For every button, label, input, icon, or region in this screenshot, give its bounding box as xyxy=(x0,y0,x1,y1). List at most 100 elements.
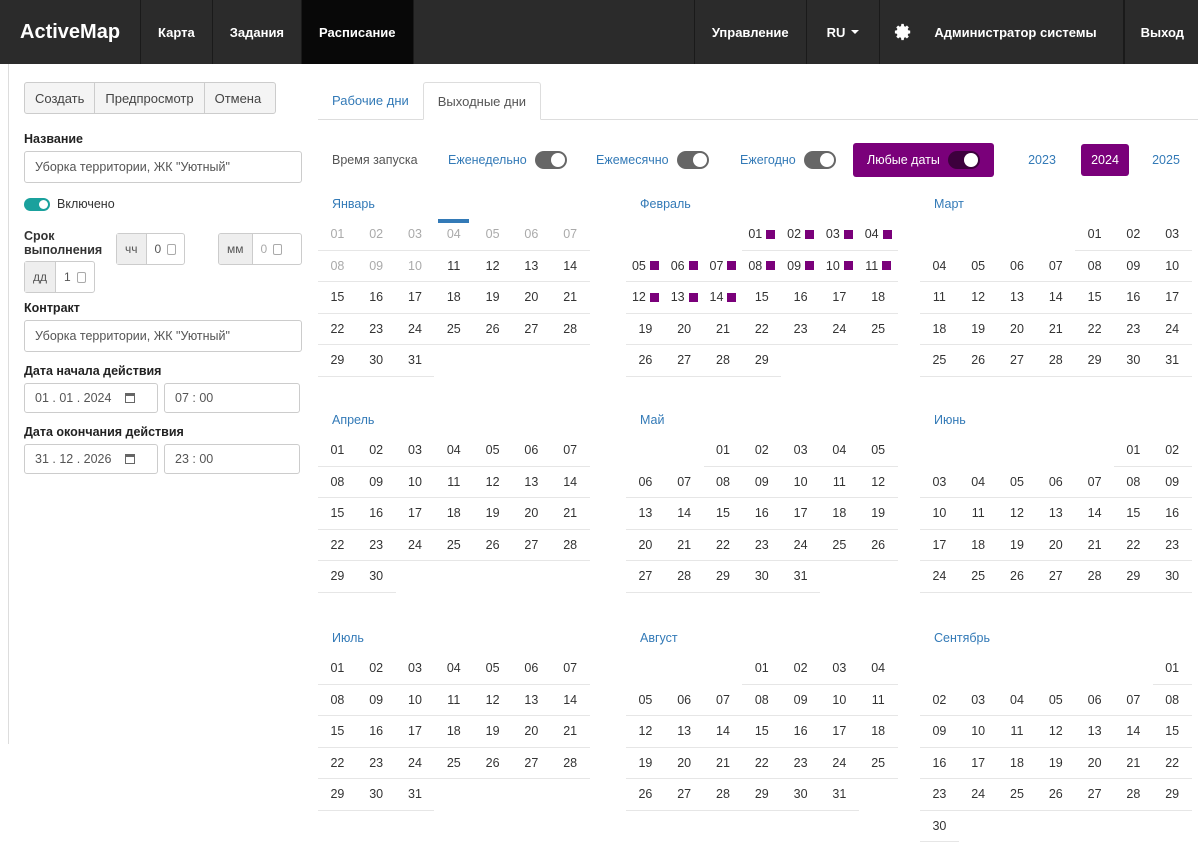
end-time-input[interactable]: 23 : 00 xyxy=(164,444,300,474)
nav-item-schedule[interactable]: Расписание xyxy=(302,0,414,64)
day-cell[interactable]: 13 xyxy=(512,685,551,717)
day-cell[interactable]: 24 xyxy=(396,530,435,562)
day-cell[interactable]: 01 xyxy=(318,435,357,467)
day-cell[interactable]: 14 xyxy=(551,467,590,499)
day-cell[interactable]: 26 xyxy=(1036,779,1075,811)
day-cell[interactable]: 24 xyxy=(396,748,435,780)
day-cell[interactable]: 01 xyxy=(1075,219,1114,251)
day-cell[interactable]: 21 xyxy=(551,282,590,314)
day-cell[interactable]: 06 xyxy=(626,467,665,499)
day-cell[interactable]: 16 xyxy=(357,498,396,530)
stepper-icon[interactable] xyxy=(273,244,282,255)
day-cell[interactable]: 10 xyxy=(396,685,435,717)
day-cell[interactable]: 10 xyxy=(396,467,435,499)
day-cell[interactable]: 09 xyxy=(781,685,820,717)
day-cell[interactable]: 25 xyxy=(434,314,473,346)
day-cell[interactable]: 18 xyxy=(998,748,1037,780)
stepper-icon[interactable] xyxy=(77,272,86,283)
day-cell[interactable]: 10 xyxy=(920,498,959,530)
day-cell[interactable]: 20 xyxy=(1036,530,1075,562)
day-cell[interactable]: 11 xyxy=(920,282,959,314)
day-cell[interactable]: 09 xyxy=(781,251,820,283)
day-cell[interactable]: 19 xyxy=(473,498,512,530)
day-cell[interactable]: 29 xyxy=(1153,779,1192,811)
tab-weekends[interactable]: Выходные дни xyxy=(423,82,541,120)
day-cell[interactable]: 07 xyxy=(704,685,743,717)
day-cell[interactable]: 04 xyxy=(434,219,473,251)
day-cell[interactable]: 16 xyxy=(357,716,396,748)
end-date-input[interactable]: 31 . 12 . 2026 xyxy=(24,444,158,474)
day-cell[interactable]: 18 xyxy=(434,498,473,530)
day-cell[interactable]: 09 xyxy=(357,685,396,717)
day-cell[interactable]: 10 xyxy=(396,251,435,283)
day-cell[interactable]: 30 xyxy=(1114,345,1153,377)
day-cell[interactable]: 21 xyxy=(1036,314,1075,346)
day-cell[interactable]: 06 xyxy=(665,251,704,283)
contract-input[interactable]: Уборка территории, ЖК "Уютный" xyxy=(24,320,302,352)
day-cell[interactable]: 18 xyxy=(859,282,898,314)
day-cell[interactable]: 25 xyxy=(434,530,473,562)
day-cell[interactable]: 20 xyxy=(998,314,1037,346)
day-cell[interactable]: 29 xyxy=(742,779,781,811)
day-cell[interactable]: 14 xyxy=(551,251,590,283)
day-cell[interactable]: 21 xyxy=(1075,530,1114,562)
day-cell[interactable]: 02 xyxy=(357,219,396,251)
day-cell[interactable]: 03 xyxy=(396,219,435,251)
day-cell[interactable]: 30 xyxy=(357,561,396,593)
day-cell[interactable]: 04 xyxy=(859,653,898,685)
day-cell[interactable]: 08 xyxy=(1075,251,1114,283)
day-cell[interactable]: 14 xyxy=(1114,716,1153,748)
day-cell[interactable]: 18 xyxy=(959,530,998,562)
day-cell[interactable]: 29 xyxy=(704,561,743,593)
day-cell[interactable]: 04 xyxy=(434,653,473,685)
day-cell[interactable]: 23 xyxy=(920,779,959,811)
day-cell[interactable]: 13 xyxy=(1036,498,1075,530)
day-cell[interactable]: 30 xyxy=(920,811,959,842)
day-cell[interactable]: 28 xyxy=(551,314,590,346)
day-cell[interactable]: 22 xyxy=(742,748,781,780)
day-cell[interactable]: 30 xyxy=(742,561,781,593)
day-cell[interactable]: 17 xyxy=(820,716,859,748)
day-cell[interactable]: 02 xyxy=(1153,435,1192,467)
day-cell[interactable]: 13 xyxy=(512,251,551,283)
day-cell[interactable]: 22 xyxy=(1153,748,1192,780)
day-cell[interactable]: 23 xyxy=(1114,314,1153,346)
day-cell[interactable]: 19 xyxy=(473,282,512,314)
day-cell[interactable]: 01 xyxy=(318,653,357,685)
day-cell[interactable]: 24 xyxy=(959,779,998,811)
day-cell[interactable]: 30 xyxy=(357,345,396,377)
day-cell[interactable]: 13 xyxy=(512,467,551,499)
day-cell[interactable]: 29 xyxy=(1114,561,1153,593)
day-cell[interactable]: 04 xyxy=(859,219,898,251)
day-cell[interactable]: 12 xyxy=(473,251,512,283)
day-cell[interactable]: 03 xyxy=(920,467,959,499)
day-cell[interactable]: 08 xyxy=(318,685,357,717)
day-cell[interactable]: 19 xyxy=(626,314,665,346)
day-cell[interactable]: 09 xyxy=(1153,467,1192,499)
day-cell[interactable]: 19 xyxy=(859,498,898,530)
day-cell[interactable]: 04 xyxy=(959,467,998,499)
nav-item-manage[interactable]: Управление xyxy=(695,0,807,64)
day-cell[interactable]: 15 xyxy=(1075,282,1114,314)
day-cell[interactable]: 05 xyxy=(998,467,1037,499)
day-cell[interactable]: 06 xyxy=(998,251,1037,283)
day-cell[interactable]: 14 xyxy=(704,716,743,748)
day-cell[interactable]: 16 xyxy=(1114,282,1153,314)
day-cell[interactable]: 14 xyxy=(704,282,743,314)
day-cell[interactable]: 05 xyxy=(626,685,665,717)
day-cell[interactable]: 13 xyxy=(998,282,1037,314)
day-cell[interactable]: 02 xyxy=(357,653,396,685)
day-cell[interactable]: 10 xyxy=(959,716,998,748)
day-cell[interactable]: 01 xyxy=(704,435,743,467)
hours-field[interactable]: чч 0 xyxy=(116,233,185,265)
day-cell[interactable]: 15 xyxy=(704,498,743,530)
day-cell[interactable]: 13 xyxy=(665,716,704,748)
day-cell[interactable]: 11 xyxy=(434,467,473,499)
yearly-toggle[interactable]: Ежегодно xyxy=(740,142,836,178)
day-cell[interactable]: 20 xyxy=(512,716,551,748)
day-cell[interactable]: 22 xyxy=(318,314,357,346)
day-cell[interactable]: 22 xyxy=(704,530,743,562)
day-cell[interactable]: 31 xyxy=(820,779,859,811)
day-cell[interactable]: 26 xyxy=(473,748,512,780)
day-cell[interactable]: 10 xyxy=(1153,251,1192,283)
